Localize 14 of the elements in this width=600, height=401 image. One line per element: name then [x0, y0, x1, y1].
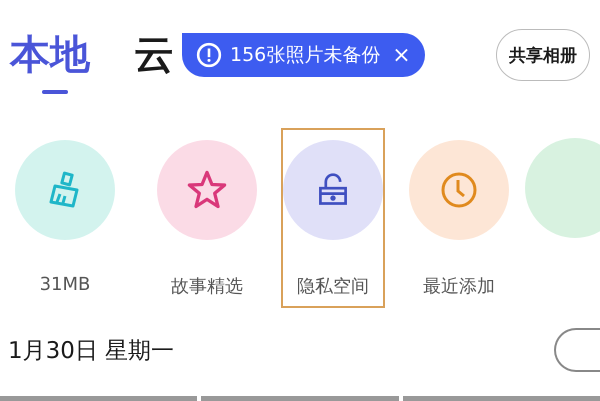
- backup-badge[interactable]: 156张照片未备份 ×: [182, 33, 425, 77]
- tab[interactable]: 云: [134, 30, 174, 96]
- date-header: 1月30日 星期一: [8, 336, 174, 366]
- select-button[interactable]: [554, 328, 600, 372]
- shortcut-label: 31MB: [40, 274, 90, 295]
- shortcut-label: 故事精选: [171, 275, 243, 298]
- shortcut-label: 最近添加: [423, 275, 495, 298]
- share-album-button[interactable]: 共享相册: [496, 29, 590, 81]
- tab[interactable]: 本地: [10, 30, 90, 96]
- clock-icon: [439, 170, 479, 210]
- shortcut-label: 隐私空间: [297, 275, 369, 298]
- alert-icon: [196, 42, 222, 68]
- backup-text: 156张照片未备份: [230, 43, 380, 68]
- close-icon[interactable]: ×: [392, 42, 411, 68]
